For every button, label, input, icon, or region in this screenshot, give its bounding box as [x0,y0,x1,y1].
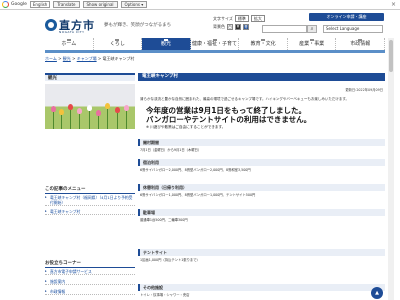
home-icon [66,39,71,41]
breadcrumb-tourism[interactable]: 観光 [63,56,71,61]
breadcrumb-home[interactable]: ホーム [45,56,57,61]
translate-language-select[interactable]: English [29,1,51,8]
living-icon [115,39,120,41]
page-top-button[interactable]: ▲ [371,287,383,299]
show-original-button[interactable]: Show original [82,1,118,8]
text-size-standard[interactable]: 標準 [234,15,249,22]
section-title-parking: 駐車場 [138,209,385,216]
sidebar-link-city-info[interactable]: 市政情報 [45,289,135,295]
google-logo-icon [0,0,10,10]
nav-living[interactable]: くらし [94,38,143,50]
section-title-period: 開村期間 [138,139,385,146]
scrollbar-thumb[interactable] [389,40,393,72]
site-logo[interactable]: 直方市 NOGATA CITY [45,17,100,35]
site-header: 直方市 NOGATA CITY 夢もが輝き、笑顔がつながるまち 文字サイズ 標準… [0,10,400,38]
sidebar: 観光 この記事のメニュー 竜王峡キャンプ村（福岡県）（4月1日より予約受付開始）… [45,73,135,300]
site-roman: NOGATA CITY [59,30,85,34]
nav-education[interactable]: 教育・文化 [239,38,288,50]
section-title-stay: 宿泊利用 [138,159,385,166]
breadcrumb: ホーム > 観光 > キャンプ場 > 竜王峡キャンプ村 [45,56,135,61]
main-content: 竜王峡キャンプ村 更新日:2022年09月09日 清らかな渓流と豊かな自然に囲ま… [138,73,385,300]
bg-color-white[interactable]: 白 [227,24,233,30]
section-text-parking: 普通車1台500円、二輪車300円 [140,218,188,222]
sidebar-link-camp-reservation[interactable]: 竜王峡キャンプ村（福岡県）（4月1日より予約受付開始） [45,195,135,206]
language-select[interactable]: Select Language [323,25,383,33]
translate-bar: Google English Translate Show original O… [0,0,400,10]
education-icon [261,39,266,41]
search-input[interactable] [262,25,307,33]
closure-notice-line1: 今年度の営業は9月1日をもって終了しました。 [146,106,307,115]
section-title-facilities: その他施設 [138,284,385,291]
nav-industry[interactable]: 産業・事業 [288,38,337,50]
breadcrumb-current: 竜王峡キャンプ村 [102,56,135,61]
options-button[interactable]: Options ▾ [120,1,148,8]
bg-color-label: 背景色 [213,24,225,29]
sidebar-useful-title: お役立ちコーナー [45,260,135,268]
sidebar-heading: 観光 [45,73,135,81]
tagline: 夢もが輝き、笑顔がつながるまち [104,23,172,28]
notice-sub: ※ 川遊びや散策はご自由にすることができます。 [146,125,226,129]
text-size-control: 文字サイズ 標準 拡大 [213,15,265,22]
section-text-tentsite: 1区画1,000円（持込テント1張りまで） [140,258,200,262]
bg-color-blue[interactable]: 青 [243,24,249,30]
section-text-period: 7月1日（金曜日）から9月1日（木曜日） [140,148,202,152]
tulip-photo [45,84,135,129]
search-icon[interactable]: ⌕ [307,25,317,33]
text-size-large[interactable]: 拡大 [250,15,265,22]
text-size-label: 文字サイズ [213,15,233,21]
closure-notice: 今年度の営業は9月1日をもって終了しました。 バンガローやテントサイトの利用はで… [146,106,381,124]
intro-text: 清らかな渓流と豊かな自然に囲まれた、最高の環境で過ごせるキャンプ場です。ハイキン… [140,97,350,101]
closure-notice-line2: バンガローやテントサイトの利用はできません。 [146,115,312,124]
section-title-daytrip: 休憩利用（日帰り利用） [138,184,385,191]
updated-date: 更新日:2022年09月09日 [345,88,383,92]
city-info-icon [358,39,363,41]
nav-tourism[interactable]: 観光 [142,38,191,50]
section-title-tentsite: テントサイト [138,249,385,256]
sidebar-link-facilities[interactable]: 施設案内 [45,279,135,285]
sidebar-menu-title: この記事のメニュー [45,186,135,194]
translate-button[interactable]: Translate [53,1,80,8]
bg-color-control: 背景色 白 黒 青 [213,24,249,30]
breadcrumb-camp[interactable]: キャンプ場 [77,56,97,61]
online-application-button[interactable]: オンライン申請・講座 [309,13,384,21]
close-icon[interactable]: × [391,1,396,8]
nav-city-info[interactable]: 市政情報 [336,38,386,50]
global-nav: ホーム くらし 観光 健康・福祉・子育て 教育・文化 産業・事業 市政情報 [45,38,386,53]
section-text-daytrip: 6畳サイバンガロー1,000円、8畳型バンガロー1,000円、テントサイト500… [140,193,256,197]
city-emblem-icon [45,19,57,31]
nav-health[interactable]: 健康・福祉・子育て [191,38,240,50]
tourism-icon [163,39,168,41]
sidebar-link-camp[interactable]: 竜王峡キャンプ村 [45,209,135,215]
scrollbar[interactable] [388,38,394,300]
page-title: 竜王峡キャンプ村 [138,73,385,81]
translate-brand: Google [11,2,27,7]
nav-home[interactable]: ホーム [45,38,94,50]
section-text-facilities: トイレ・炊事場・シャワー・売店 [140,293,190,297]
sidebar-link-e-application[interactable]: 直方市電子申請サービス [45,269,135,275]
bg-color-black[interactable]: 黒 [235,24,241,30]
health-icon [212,39,217,41]
industry-icon [309,39,314,41]
section-text-stay: 6畳サイバンガロー2,000円、8畳型バンガロー2,000円、8畳和室3,500… [140,168,251,172]
